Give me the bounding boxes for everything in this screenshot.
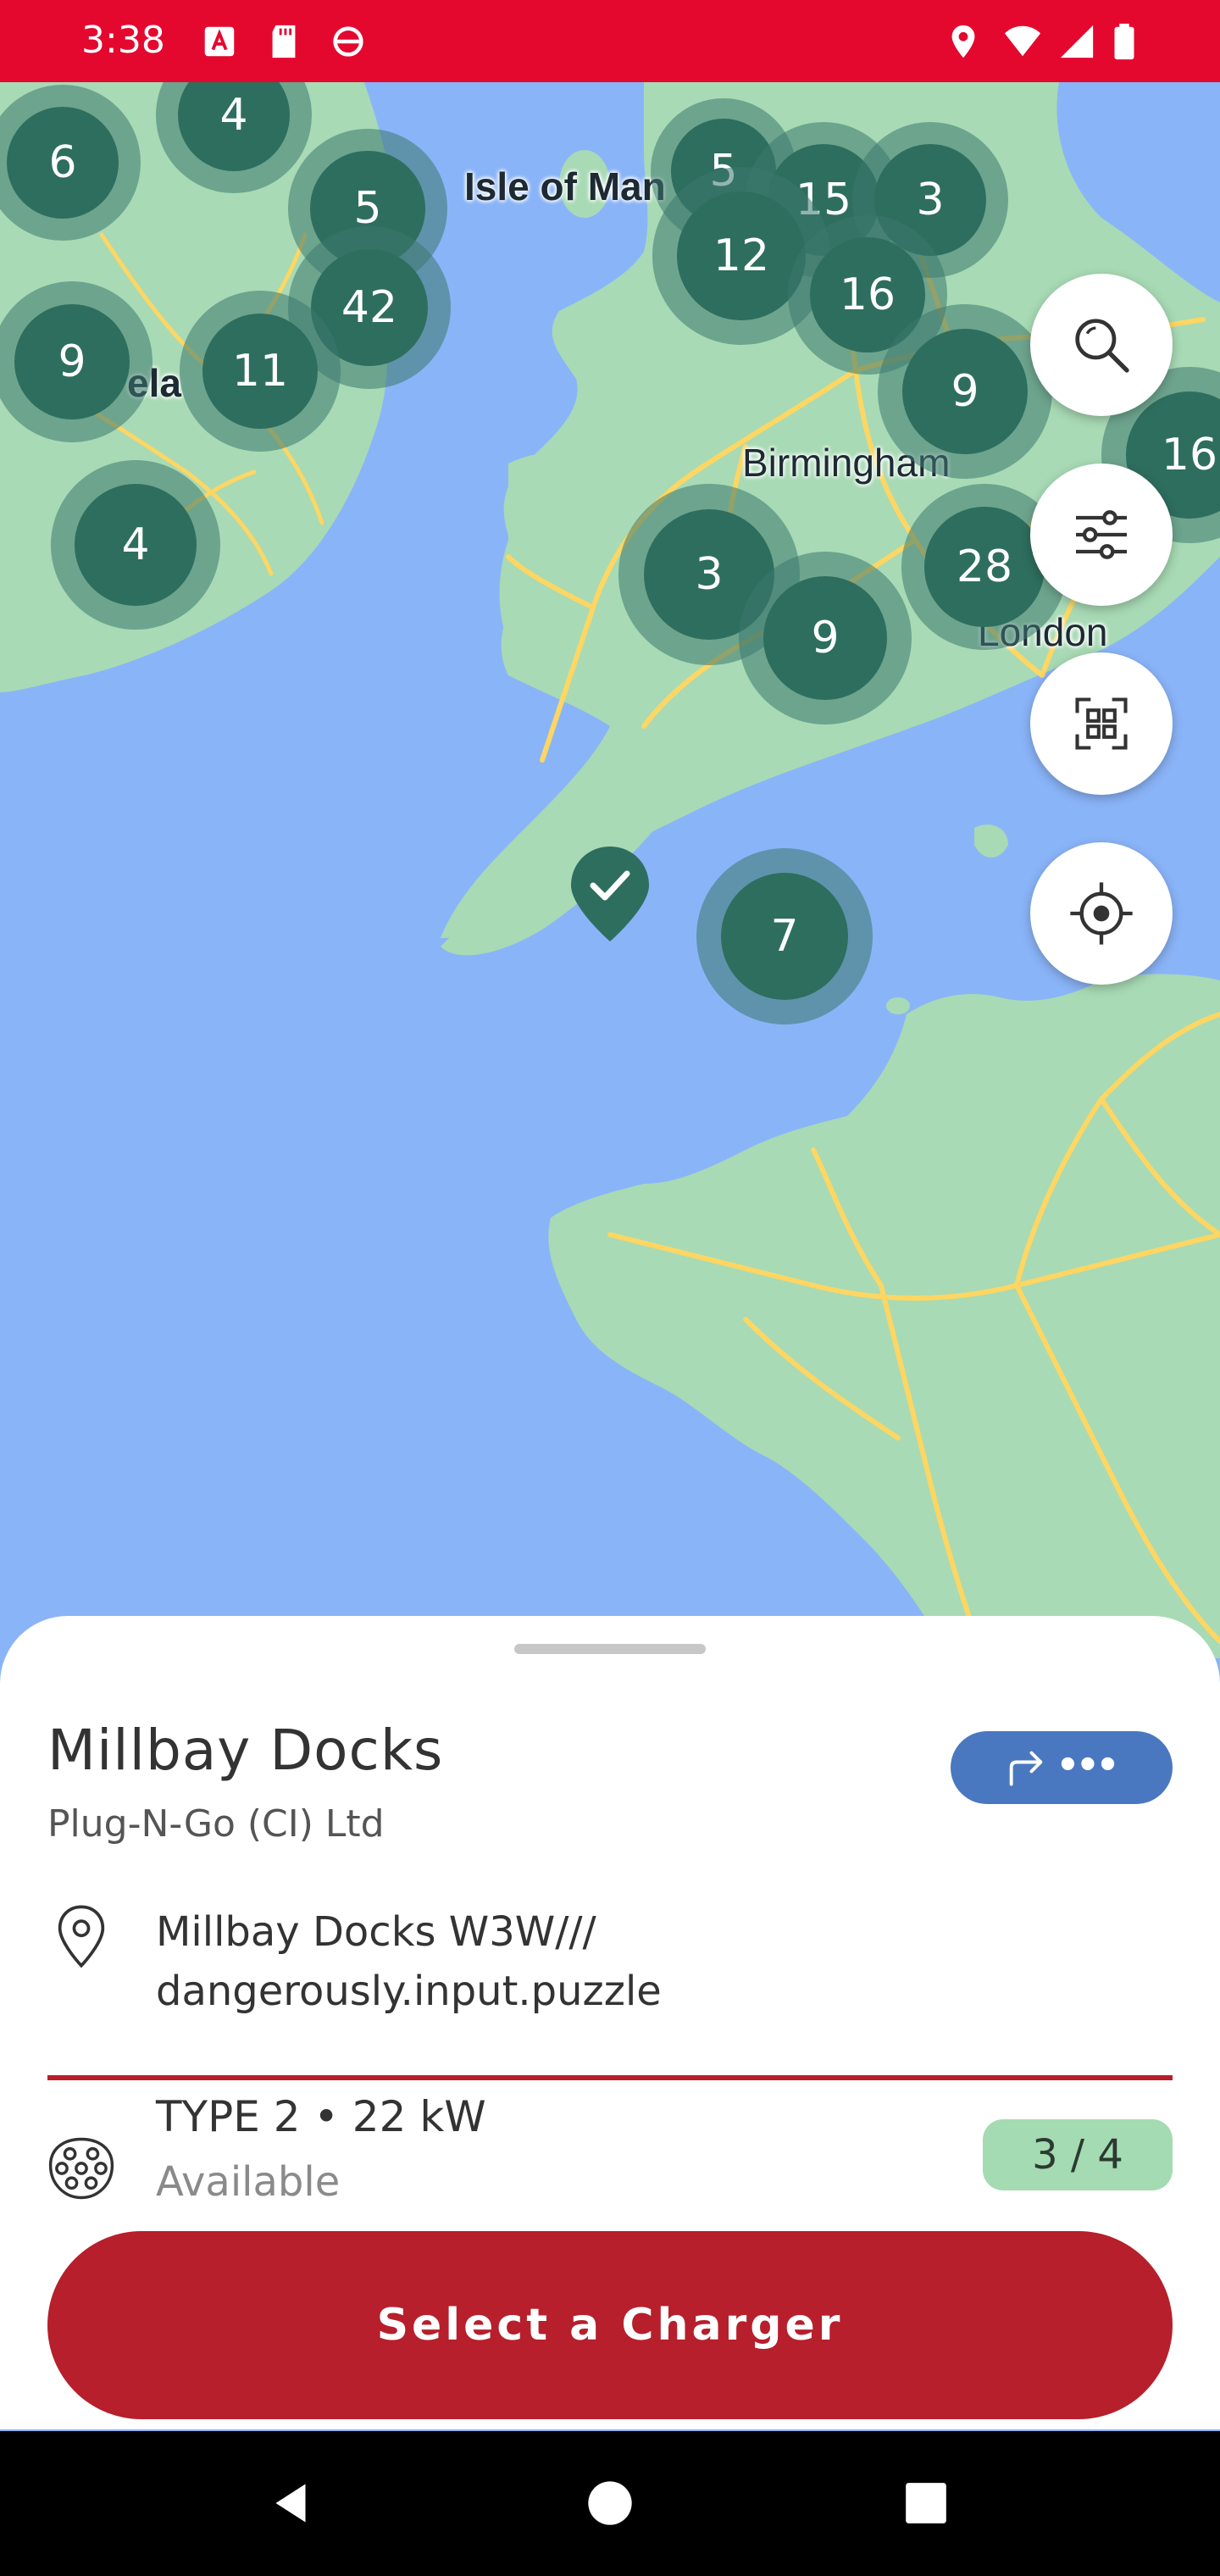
search-icon (1075, 319, 1129, 373)
station-cluster[interactable]: 7 (696, 848, 873, 1024)
station-cluster[interactable]: 9 (878, 304, 1052, 479)
address-line-1: Millbay Docks W3W/// (156, 1908, 596, 1956)
battery-icon (1114, 23, 1134, 60)
directions-button[interactable]: ••• (951, 1731, 1173, 1804)
sync-icon (333, 26, 363, 57)
sheet-drag-handle[interactable] (514, 1644, 706, 1654)
qr-scan-icon (1075, 697, 1128, 750)
directions-arrow-icon (1009, 1751, 1042, 1786)
availability-count-badge: 3 / 4 (983, 2119, 1173, 2190)
location-pin-icon (58, 1905, 105, 1968)
system-nav-bar (0, 2431, 1220, 2576)
station-cluster[interactable]: 4 (51, 460, 220, 630)
station-address: Millbay Docks W3W/// dangerously.input.p… (156, 1902, 662, 2021)
station-details-sheet: Millbay Docks Plug-N-Go (CI) Ltd ••• Mil… (0, 1616, 1220, 2429)
filter-button[interactable] (1030, 464, 1173, 606)
locate-icon (1070, 882, 1133, 945)
screen: 3:38 Isle of Man ela Birmingham London 6… (0, 0, 1220, 2576)
station-operator: Plug-N-Go (CI) Ltd (47, 1802, 385, 1846)
nav-home-button[interactable] (572, 2465, 648, 2541)
wifi-icon (1004, 25, 1041, 57)
recents-icon (906, 2483, 946, 2523)
status-time: 3:38 (81, 19, 165, 62)
nav-back-button[interactable] (252, 2465, 329, 2541)
pdf-notification-icon (204, 26, 235, 57)
connector-status-label: Available (156, 2158, 341, 2206)
location-icon (951, 25, 975, 58)
filter-icon (1076, 510, 1127, 559)
status-bar: 3:38 (0, 0, 1220, 82)
nav-recents-button[interactable] (888, 2465, 964, 2541)
connector-type-label: TYPE 2 • 22 kW (156, 2092, 486, 2141)
back-icon (275, 2484, 306, 2523)
station-cluster[interactable]: 11 (180, 291, 341, 452)
map-view[interactable]: Isle of Man ela Birmingham London 6 4 5 … (0, 82, 1220, 1658)
map-label-isle-of-man: Isle of Man (464, 164, 666, 208)
locate-me-button[interactable] (1030, 842, 1173, 985)
section-divider (47, 2075, 1173, 2080)
selected-station-pin[interactable] (568, 843, 652, 945)
select-charger-button[interactable]: Select a Charger (47, 2231, 1173, 2419)
sd-card-icon (272, 25, 296, 58)
station-cluster[interactable]: 9 (739, 552, 912, 724)
type2-connector-icon (48, 2137, 114, 2200)
search-button[interactable] (1030, 274, 1173, 416)
scan-qr-button[interactable] (1030, 652, 1173, 795)
address-line-2: dangerously.input.puzzle (156, 1968, 662, 2015)
signal-icon (1060, 25, 1094, 58)
home-icon (588, 2481, 632, 2525)
station-title: Millbay Docks (47, 1718, 444, 1783)
more-options-icon: ••• (1059, 1736, 1120, 1790)
